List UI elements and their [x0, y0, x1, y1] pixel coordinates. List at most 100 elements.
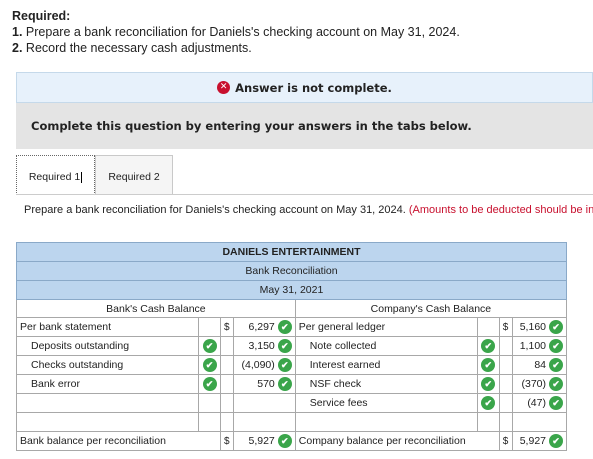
check-icon: ✔: [549, 339, 563, 353]
instruction-text: Complete this question by entering your …: [31, 119, 472, 133]
bank-total-label: Bank balance per reconciliation: [16, 431, 221, 451]
company-row-amount-field[interactable]: 1,100 ✔: [511, 336, 568, 356]
totals-row: Bank balance per reconciliation $5,927 ✔ Co…: [16, 431, 568, 451]
check-icon: ✔: [481, 358, 496, 372]
bank-row-amount-value: 570: [257, 378, 275, 390]
company-row-amount-field[interactable]: (370) ✔: [511, 374, 568, 394]
company-total-label: Company balance per reconciliation: [294, 431, 500, 451]
company-row-label-check: ✔: [476, 374, 500, 394]
company-row-label-field[interactable]: NSF check: [294, 374, 478, 394]
company-row-amount-value: 1,100: [519, 340, 546, 352]
company-row-label-field[interactable]: Note collected: [294, 336, 478, 356]
company-row-label-field[interactable]: Service fees: [294, 393, 478, 413]
check-icon: ✔: [202, 358, 217, 372]
company-row-label-check: ✔: [476, 336, 500, 356]
bank-row-amount-field[interactable]: (4,090) ✔: [233, 355, 296, 375]
requirements-heading: Required:: [12, 9, 71, 23]
bank-row-amount-value: 6,297: [248, 321, 275, 333]
bank-row-dollar-sign: [220, 374, 234, 394]
answer-status-banner: ✕ Answer is not complete.: [16, 72, 593, 103]
empty-cell: [233, 412, 296, 432]
bank-row-label-field[interactable]: Checks outstanding: [16, 355, 199, 375]
check-icon: ✔: [277, 358, 292, 372]
reconciliation-title: Bank Reconciliation: [16, 261, 567, 281]
tab-required-1[interactable]: Required 1: [16, 155, 95, 195]
spacer-row: [16, 412, 568, 432]
empty-cell: [476, 412, 500, 432]
panel-instructions: Prepare a bank reconciliation for Daniel…: [24, 204, 593, 217]
empty-cell: [294, 412, 478, 432]
check-icon: ✔: [202, 339, 217, 353]
empty-cell: [16, 412, 199, 432]
bank-row-label-check: ✔: [198, 374, 221, 394]
bank-row-amount-field[interactable]: 570 ✔: [233, 374, 296, 394]
empty-cell: [198, 412, 221, 432]
company-row-label-check: [476, 317, 500, 337]
company-row-dollar-sign: [498, 393, 513, 413]
empty-cell: [498, 412, 513, 432]
bank-balance-header: Bank's Cash Balance: [16, 299, 296, 318]
bank-row-dollar-sign: [220, 393, 234, 413]
bank-row-label-check: ✔: [198, 336, 221, 356]
company-row-amount-value: 5,160: [519, 321, 546, 333]
check-icon: ✔: [277, 320, 292, 334]
bank-row-amount-field[interactable]: 3,150 ✔: [233, 336, 296, 356]
company-row-label-field[interactable]: Per general ledger: [294, 317, 478, 337]
check-icon: ✔: [277, 377, 292, 391]
bank-row-label-check: [198, 317, 221, 337]
requirement-1: 1. Prepare a bank reconciliation for Dan…: [12, 25, 460, 39]
company-row-amount-field[interactable]: (47) ✔: [511, 393, 568, 413]
company-total-value: 5,927: [519, 435, 546, 447]
company-row-amount-value: (47): [527, 397, 546, 409]
company-name: DANIELS ENTERTAINMENT: [16, 242, 567, 262]
text-cursor: [81, 171, 83, 183]
check-icon: ✔: [481, 396, 496, 410]
requirements: Required: 1. Prepare a bank reconciliati…: [12, 8, 460, 56]
tabs-instruction: Complete this question by entering your …: [16, 103, 593, 149]
reconciliation-row: Service fees ✔ (47) ✔: [16, 393, 568, 413]
check-icon: ✔: [549, 320, 563, 334]
company-row-amount-field[interactable]: 84 ✔: [511, 355, 568, 375]
check-icon: ✔: [277, 339, 292, 353]
tab-label: Required 2: [108, 171, 160, 183]
company-row-label-field[interactable]: Interest earned: [294, 355, 478, 375]
x-circle-icon: ✕: [217, 81, 231, 94]
check-icon: ✔: [202, 377, 217, 391]
company-row-label-check: ✔: [476, 355, 500, 375]
reconciliation-date: May 31, 2021: [16, 280, 567, 300]
check-icon: ✔: [549, 396, 563, 410]
bank-row-label-field[interactable]: Bank error: [16, 374, 199, 394]
panel-prompt: Prepare a bank reconciliation for Daniel…: [24, 204, 406, 216]
bank-row-label-field[interactable]: Per bank statement: [16, 317, 199, 337]
bank-row-dollar-sign: [220, 355, 234, 375]
answer-status-text: Answer is not complete.: [235, 80, 392, 95]
company-row-dollar-sign: $: [498, 317, 513, 337]
company-row-label-check: ✔: [476, 393, 500, 413]
check-icon: ✔: [277, 434, 292, 448]
company-row-dollar-sign: [498, 336, 513, 356]
bank-row-label-field[interactable]: Deposits outstanding: [16, 336, 199, 356]
bank-row-dollar-sign: [220, 336, 234, 356]
bank-row-amount-field[interactable]: [233, 393, 296, 413]
check-icon: ✔: [481, 377, 496, 391]
check-icon: ✔: [481, 339, 496, 353]
bank-total-amount: 5,927 ✔: [233, 431, 296, 451]
empty-cell: [220, 412, 234, 432]
company-total-amount: 5,927 ✔: [511, 431, 568, 451]
company-row-amount-value: 84: [534, 359, 546, 371]
bank-row-label-field[interactable]: [16, 393, 199, 413]
company-row-dollar-sign: [498, 374, 513, 394]
reconciliation-row: Bank error ✔ 570 ✔ NSF check ✔ (370) ✔: [16, 374, 568, 394]
empty-cell: [511, 412, 568, 432]
bank-row-label-check: ✔: [198, 355, 221, 375]
bank-total-dollar: $: [220, 431, 234, 451]
check-icon: ✔: [549, 434, 563, 448]
panel-note: (Amounts to be deducted should be indica…: [408, 204, 593, 216]
requirement-2: 2. Record the necessary cash adjustments…: [12, 41, 252, 55]
company-row-amount-field[interactable]: 5,160 ✔: [511, 317, 568, 337]
bank-row-amount-value: (4,090): [241, 359, 275, 371]
company-row-dollar-sign: [498, 355, 513, 375]
tab-required-2[interactable]: Required 2: [95, 155, 173, 195]
company-total-dollar: $: [498, 431, 513, 451]
bank-row-amount-field[interactable]: 6,297 ✔: [233, 317, 296, 337]
